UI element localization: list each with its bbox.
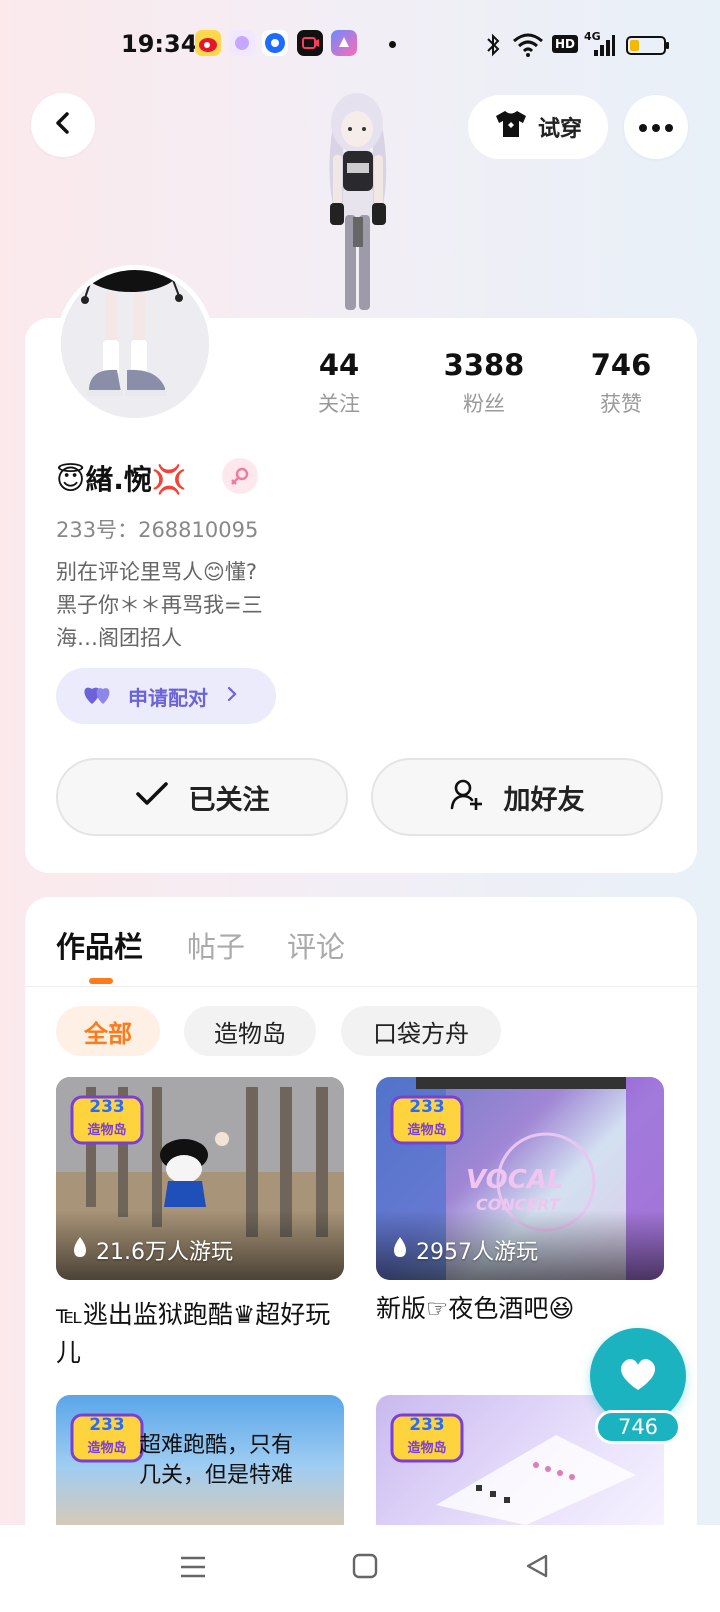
creation-island-logo: 233 造物岛 [390,1091,464,1147]
add-friend-button[interactable]: 加好友 [371,758,663,836]
followers-label: 粉丝 [463,392,505,416]
app-icon [262,30,288,56]
status-time: 19:34 [121,30,198,58]
check-icon [135,781,169,814]
notification-dot [389,41,396,48]
tab-comments[interactable]: 评论 [287,924,345,966]
tshirt-icon [494,109,528,145]
nickname: 😇緖.惋💢 [56,463,187,496]
logo-233: 233 [89,1415,125,1435]
request-pair-button[interactable]: 申请配对 [56,668,276,724]
hearts-icon [82,682,116,711]
bio: 别在评论里骂人😊懂? 黑子你＊＊再骂我=三 海…阁团招人 [56,560,263,650]
request-pair-label: 申请配对 [128,685,208,710]
play-count: 2957人游玩 [392,1234,538,1266]
play-count-text: 21.6万人游玩 [96,1240,233,1265]
bluetooth-icon [484,30,502,60]
menu-icon[interactable] [180,1555,206,1583]
like-count-badge: 746 [595,1410,681,1444]
add-user-icon [450,777,484,818]
camera-app-icon [297,30,323,56]
likes-count: 746 [590,348,652,382]
flame-icon [392,1236,408,1264]
logo-233: 233 [409,1415,445,1435]
thumbnail-overlay-text: 超难跑酷，只有几关，但是特难 [138,1433,293,1488]
wifi-icon [512,30,544,60]
game-thumbnail[interactable]: 233 造物岛 超难跑酷，只有几关，但是特难 [56,1395,344,1525]
weibo-icon [195,30,221,56]
logo-label: 造物岛 [87,1441,127,1456]
hd-icon: HD [552,30,579,60]
logo-233: 233 [89,1097,125,1117]
female-icon [222,458,258,494]
hd-label: HD [552,35,579,53]
game-thumbnail[interactable]: VOCAL CONCERT 233 造物岛 2957人游玩 [376,1077,664,1280]
followers-count: 3388 [443,348,525,382]
creation-island-logo: 233 造物岛 [70,1091,144,1147]
filter-all[interactable]: 全部 [56,1006,160,1056]
following-button-label: 已关注 [188,784,270,816]
tab-works[interactable]: 作品栏 [56,924,143,966]
game-title[interactable]: 新版☞夜色酒吧😆 [376,1290,666,1328]
following-count: 44 [318,348,360,382]
divider [25,986,697,987]
network-label: 4G [584,30,601,43]
more-icon [638,118,674,137]
likes-label: 获赞 [600,392,642,416]
following-label: 关注 [318,392,360,416]
add-friend-label: 加好友 [503,784,585,816]
try-on-label: 试穿 [537,117,582,142]
chevron-left-icon [51,111,75,139]
stat-likes[interactable]: 746 获赞 [561,348,681,418]
tab-indicator [89,978,113,984]
back-icon[interactable] [524,1553,550,1583]
filter-creation-island[interactable]: 造物岛 [184,1006,316,1056]
avatar[interactable] [56,265,214,423]
logo-label: 造物岛 [407,1441,447,1456]
flame-icon [72,1236,88,1264]
user-id: 233号：268810095 [56,518,259,542]
play-count: 21.6万人游玩 [72,1234,233,1266]
back-button[interactable] [31,93,95,157]
app-icon [229,30,255,56]
home-icon[interactable] [352,1553,378,1583]
following-button[interactable]: 已关注 [56,758,348,836]
heart-icon [618,1356,658,1396]
try-on-button[interactable]: 试穿 [468,95,608,159]
signal-4g-icon: 4G [584,30,616,60]
battery-icon [626,30,670,60]
creation-island-logo: 233 造物岛 [390,1409,464,1465]
creation-island-logo: 233 造物岛 [70,1409,144,1465]
logo-label: 造物岛 [407,1123,447,1138]
app-icon [331,30,357,56]
avatar-3d-figure[interactable] [295,85,420,320]
stat-followers[interactable]: 3388 粉丝 [424,348,544,418]
status-bar: 19:34 HD 4G [0,0,720,92]
play-count-text: 2957人游玩 [416,1240,538,1265]
chevron-right-icon [226,684,238,708]
tab-posts[interactable]: 帖子 [187,924,245,966]
filter-pocket-ark[interactable]: 口袋方舟 [341,1006,501,1056]
system-nav-bar [0,1525,720,1612]
game-title[interactable]: ℡逃出监狱跑酷♛超好玩儿 [56,1296,346,1372]
more-button[interactable] [624,95,688,159]
vocal-text: VOCAL [466,1165,564,1195]
logo-label: 造物岛 [87,1123,127,1138]
stat-following[interactable]: 44 关注 [279,348,399,418]
game-thumbnail[interactable]: 233 造物岛 21.6万人游玩 [56,1077,344,1280]
logo-233: 233 [409,1097,445,1117]
